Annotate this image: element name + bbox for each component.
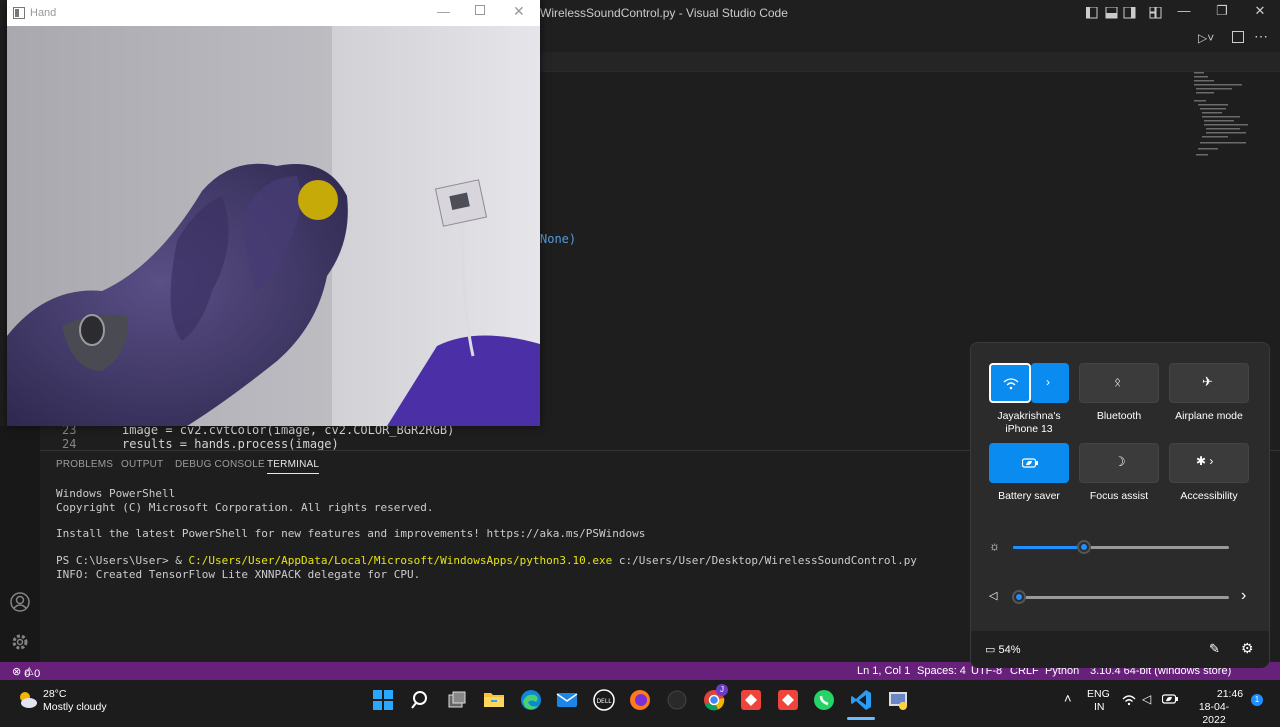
bluetooth-toggle[interactable]: ᛟ xyxy=(1079,363,1159,403)
hand-window-title: Hand xyxy=(30,7,57,19)
wifi-label: Jayakrishna's iPhone 13 xyxy=(997,410,1061,435)
accessibility-icon: ✱ › xyxy=(1196,454,1214,468)
settings-icon[interactable]: ⚙ xyxy=(1241,640,1254,657)
activity-bar xyxy=(0,426,40,662)
indentation[interactable]: Spaces: 4 xyxy=(917,665,966,677)
moon-icon: ☽ xyxy=(1114,454,1126,469)
chevron-right-icon: › xyxy=(1046,375,1050,389)
problems-status[interactable]: ⊗ 0 ⚠ 0 xyxy=(12,665,40,680)
app-icon xyxy=(13,7,25,19)
weather-icon[interactable] xyxy=(16,688,38,710)
terminal-line: INFO: Created TensorFlow Lite XNNPACK de… xyxy=(56,568,421,581)
vscode-maximize-button[interactable]: ❐ xyxy=(1204,3,1240,23)
brightness-fill xyxy=(1013,546,1085,549)
python-app-icon[interactable] xyxy=(887,689,909,711)
vscode-minimize-button[interactable]: — xyxy=(1166,3,1202,23)
search-icon[interactable] xyxy=(411,690,431,710)
brightness-icon: ☼ xyxy=(989,539,1000,553)
cursor-position[interactable]: Ln 1, Col 1 xyxy=(857,665,910,677)
notification-badge[interactable]: 1 xyxy=(1251,694,1263,706)
close-icon[interactable]: ✕ xyxy=(513,3,525,20)
temperature[interactable]: 28°C xyxy=(43,688,66,701)
battery-status[interactable]: ▭ 54% xyxy=(985,643,1020,656)
more-actions-icon[interactable]: ⋯ xyxy=(1254,28,1268,45)
bluetooth-label: Bluetooth xyxy=(1096,410,1142,422)
layout-icons[interactable] xyxy=(1086,7,1166,19)
tab-problems[interactable]: PROBLEMS xyxy=(56,459,113,470)
brightness-thumb[interactable] xyxy=(1077,540,1092,554)
battery-saver-toggle[interactable] xyxy=(989,443,1069,483)
battery-saver-label: Battery saver xyxy=(998,490,1060,502)
taskbar: 28°C Mostly cloudy DELL J ˄ ENG IN ◁ 21:… xyxy=(0,680,1280,726)
file-explorer-icon[interactable] xyxy=(483,689,505,709)
minimap[interactable] xyxy=(1192,72,1252,162)
clock-time[interactable]: 21:46 xyxy=(1210,688,1250,701)
tab-debug-console[interactable]: DEBUG CONSOLE xyxy=(175,459,265,470)
windows-start-icon[interactable] xyxy=(373,690,393,710)
breadcrumb xyxy=(540,52,1280,72)
vscode-close-button[interactable]: ✕ xyxy=(1242,3,1278,23)
speaker-icon[interactable]: ◁ xyxy=(1142,692,1151,706)
run-icon[interactable]: ▷˅ xyxy=(1198,31,1214,45)
tab-terminal[interactable]: TERMINAL xyxy=(267,459,320,474)
maximize-icon[interactable] xyxy=(475,5,485,15)
code-line[interactable]: results = hands.process(image) xyxy=(122,437,339,451)
firefox-icon[interactable] xyxy=(629,689,651,711)
battery-saver-icon xyxy=(1022,458,1038,468)
wifi-icon[interactable] xyxy=(1122,694,1136,706)
camera-feed xyxy=(7,26,540,426)
speaker-icon: ◁ xyxy=(989,590,998,602)
focus-assist-label: Focus assist xyxy=(1089,490,1149,502)
wifi-networks-button[interactable]: › xyxy=(1031,363,1069,403)
focus-assist-toggle[interactable]: ☽ xyxy=(1079,443,1159,483)
split-editor-icon[interactable] xyxy=(1232,31,1244,43)
volume-slider[interactable] xyxy=(1013,596,1229,599)
weather-text[interactable]: Mostly cloudy xyxy=(43,701,107,714)
tab-output[interactable]: OUTPUT xyxy=(121,459,163,470)
volume-thumb[interactable] xyxy=(1012,590,1027,604)
airplane-mode-toggle[interactable]: ✈ xyxy=(1169,363,1249,403)
whatsapp-icon[interactable] xyxy=(813,689,835,711)
mail-icon[interactable] xyxy=(556,691,578,709)
vscode-window-title: WirelessSoundControl.py - Visual Studio … xyxy=(540,6,788,20)
terminal-line: Install the latest PowerShell for new fe… xyxy=(56,527,646,540)
line-number: 24 xyxy=(62,437,77,451)
vscode-icon[interactable] xyxy=(850,689,872,711)
chevron-up-icon[interactable]: ˄ xyxy=(1064,691,1072,706)
chevron-right-icon[interactable]: › xyxy=(1241,587,1246,605)
clock-date[interactable]: 18-04-2022 xyxy=(1188,701,1240,727)
minimize-icon[interactable]: — xyxy=(437,4,450,19)
accessibility-label: Accessibility xyxy=(1180,490,1238,502)
dell-icon[interactable]: DELL xyxy=(593,689,615,711)
wifi-toggle[interactable] xyxy=(989,363,1031,403)
profile-badge: J xyxy=(716,684,728,696)
bluetooth-icon: ᛟ xyxy=(1114,375,1122,389)
language-primary[interactable]: ENG xyxy=(1087,688,1110,701)
hand-window[interactable]: Hand — ✕ xyxy=(7,0,540,426)
wifi-icon xyxy=(1003,378,1019,390)
anydesk-icon[interactable] xyxy=(777,689,799,711)
account-icon[interactable] xyxy=(10,592,30,612)
anydesk-icon[interactable] xyxy=(740,689,762,711)
terminal-command: PS C:\Users\User> & C:/Users/User/AppDat… xyxy=(56,554,917,567)
terminal-line: Copyright (C) Microsoft Corporation. All… xyxy=(56,501,434,514)
quick-settings-panel: › Jayakrishna's iPhone 13 ᛟ Bluetooth ✈ A… xyxy=(970,342,1270,668)
airplane-mode-label: Airplane mode xyxy=(1175,410,1243,422)
edit-icon[interactable]: ✎ xyxy=(1209,641,1220,657)
terminal-line: Windows PowerShell xyxy=(56,487,176,500)
quick-settings-footer: ▭ 54% ✎ ⚙ xyxy=(971,631,1269,668)
language-region[interactable]: IN xyxy=(1094,701,1105,714)
airplane-icon: ✈ xyxy=(1202,374,1213,389)
gear-icon[interactable] xyxy=(10,632,30,652)
svg-text:DELL: DELL xyxy=(596,698,612,705)
edge-icon[interactable] xyxy=(520,689,542,711)
code-fragment: None) xyxy=(540,232,577,246)
accessibility-toggle[interactable]: ✱ › xyxy=(1169,443,1249,483)
editor-toolbar: ▷˅ ⋯ xyxy=(540,26,1280,52)
app-icon[interactable] xyxy=(666,689,688,711)
hand-title-bar[interactable]: Hand — ✕ xyxy=(7,0,540,26)
task-view-icon[interactable] xyxy=(447,690,467,710)
battery-icon[interactable] xyxy=(1162,694,1178,704)
